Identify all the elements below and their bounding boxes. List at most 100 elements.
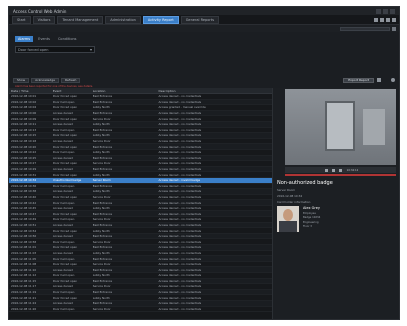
table-cell: 2016-12-08 11:10 <box>11 267 37 272</box>
table-cell: Access denied - no credentials <box>158 189 202 194</box>
search-icon[interactable] <box>392 26 396 31</box>
table-cell: East Entrance <box>92 211 113 216</box>
person-line: Badge 10234 <box>303 216 321 219</box>
person-line: Employee <box>303 211 316 215</box>
table-cell: Door forced open <box>52 161 78 166</box>
table-cell: Access denied - no credentials <box>158 295 202 300</box>
table-cell: 2016-12-08 10:04 <box>11 105 37 110</box>
table-cell: Service Door <box>92 139 111 144</box>
table-cell: 2016-12-08 11:24 <box>11 301 37 306</box>
subtab-alarms[interactable]: Alarms <box>15 36 34 42</box>
table-cell: East Entrance <box>92 200 113 205</box>
table-cell: Lobby North <box>92 133 110 138</box>
table-cell: Access denied - invalid badge <box>158 178 201 183</box>
forward-icon[interactable] <box>338 168 342 172</box>
close-icon[interactable] <box>390 8 395 14</box>
refresh-button[interactable]: Refresh <box>61 77 81 83</box>
table-row[interactable]: 2016-12-08 11:26 Door held open Service Do… <box>9 307 272 313</box>
table-cell: East Entrance <box>92 256 113 261</box>
table-cell: Access denied - no credentials <box>158 245 202 250</box>
table-cell: 2016-12-08 11:19 <box>11 290 37 295</box>
table-cell: Access denied - no credentials <box>158 139 202 144</box>
settings-icon[interactable] <box>380 17 384 22</box>
column-header[interactable]: Location <box>91 89 157 93</box>
table-cell: Access denied - no credentials <box>158 116 202 121</box>
person-card: Alex Grey Employee Badge 10234 Engineeri… <box>277 206 397 236</box>
acknowledge-button[interactable]: Acknowledge <box>31 77 60 83</box>
rewind-icon[interactable] <box>324 168 328 172</box>
column-header[interactable]: Description <box>156 89 272 93</box>
subtab-events[interactable]: Events <box>35 36 53 42</box>
table-cell: Service Door <box>92 306 111 311</box>
table-cell: 2016-12-08 10:56 <box>11 234 37 239</box>
user-icon[interactable] <box>374 17 378 22</box>
table-cell: Lobby North <box>92 122 110 127</box>
tab-5[interactable]: General Reports <box>180 15 220 24</box>
main-area: Date / Time Event Location Description 2… <box>9 88 399 319</box>
table-cell: 2016-12-08 11:08 <box>11 262 37 267</box>
tab-3[interactable]: Administration <box>105 15 141 24</box>
table-cell: Access denied - no credentials <box>158 239 202 244</box>
table-cell: East Entrance <box>92 144 113 149</box>
title-bar: Access Control Web Admin <box>9 7 399 15</box>
table-cell: 2016-12-08 10:49 <box>11 217 37 222</box>
table-cell: Access denied <box>52 222 73 227</box>
maximize-icon[interactable] <box>383 8 388 14</box>
filter-dropdown[interactable]: Door forced open <box>15 46 95 53</box>
table-cell: 2016-12-08 10:01 <box>11 94 37 99</box>
table-cell: Lobby North <box>92 189 110 194</box>
show-button[interactable]: Show <box>13 77 30 83</box>
logout-icon[interactable] <box>392 17 396 22</box>
minimize-icon[interactable] <box>376 8 381 14</box>
tab-2[interactable]: Tenant Management <box>57 15 104 24</box>
action-bar: Show Acknowledge Refresh Export Report <box>9 76 399 84</box>
table-cell: Door held open <box>52 273 75 278</box>
timeline-bar[interactable] <box>285 174 396 176</box>
table-cell: Access denied - no credentials <box>158 222 202 227</box>
person-line: Floor 3 <box>303 225 312 228</box>
search-input[interactable] <box>340 26 390 31</box>
table-cell: 2016-12-08 10:02 <box>11 99 37 104</box>
table-cell: 2016-12-08 11:05 <box>11 256 37 261</box>
table-cell: 2016-12-08 10:51 <box>11 222 37 227</box>
person-photo <box>277 206 299 232</box>
table-cell: Access denied - no credentials <box>158 172 202 177</box>
table-cell: 2016-12-08 10:58 <box>11 239 37 244</box>
table-cell: East Entrance <box>92 301 113 306</box>
table-cell: Access denied <box>52 139 73 144</box>
person-line: Engineering <box>303 220 319 224</box>
table-cell: Access denied <box>52 122 73 127</box>
tab-4[interactable]: Activity Report <box>142 15 179 24</box>
tab-1[interactable]: Visitors <box>32 15 56 24</box>
play-icon[interactable] <box>331 168 335 172</box>
table-cell: East Entrance <box>92 155 113 160</box>
table-cell: 2016-12-08 11:21 <box>11 295 37 300</box>
table-cell: Access denied - no credentials <box>158 127 202 132</box>
column-header[interactable]: Date / Time <box>9 89 51 93</box>
reload-icon[interactable] <box>391 78 395 82</box>
table-cell: Service Door <box>92 161 111 166</box>
table-cell: Door forced open <box>52 295 78 300</box>
tab-0[interactable]: Start <box>12 15 31 24</box>
table-cell: Access denied - no credentials <box>158 99 202 104</box>
table-cell: Unauthorized badge <box>52 178 82 183</box>
export-button[interactable]: Export Report <box>343 77 374 83</box>
camera-video[interactable] <box>285 89 396 165</box>
subtabs: Alarms Events Conditions <box>15 36 393 42</box>
table-cell: Door forced open <box>52 94 78 99</box>
table-cell: Access denied - no credentials <box>158 228 202 233</box>
table-cell: 2016-12-08 10:25 <box>11 155 37 160</box>
table-cell: Access denied - no credentials <box>158 167 202 172</box>
table-cell: Access denied - no credentials <box>158 155 202 160</box>
help-icon[interactable] <box>386 17 390 22</box>
filter-icon[interactable] <box>377 78 381 82</box>
table-cell: East Entrance <box>92 290 113 295</box>
subtab-conditions[interactable]: Conditions <box>55 36 80 42</box>
column-header[interactable]: Event <box>51 89 91 93</box>
table-cell: 2016-12-08 11:12 <box>11 273 37 278</box>
table-cell: 2016-12-08 10:29 <box>11 167 37 172</box>
table-cell: Door forced open <box>52 172 78 177</box>
table-cell: Access denied <box>52 111 73 116</box>
table-cell: Door held open <box>52 99 75 104</box>
table-cell: Access denied - no credentials <box>158 217 202 222</box>
